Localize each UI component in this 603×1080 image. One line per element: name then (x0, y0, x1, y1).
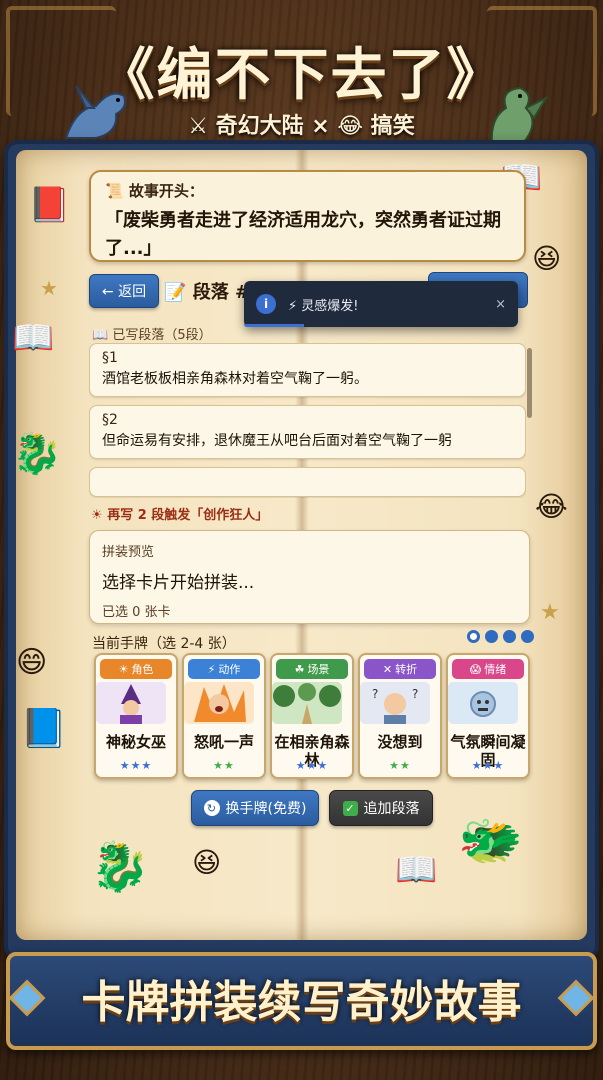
card-stars: ★★★ (119, 759, 153, 772)
laughing-emoji-icon: 😂 (535, 490, 568, 523)
card-name: 神秘女巫 (105, 733, 166, 751)
orange-dragon-doodle-icon: 🐉 (12, 431, 62, 477)
paragraph-heading: 📝 段落 # (164, 282, 251, 303)
checkmark-icon: ✓ (342, 800, 358, 816)
swap-hand-button[interactable]: ↻ 换手牌(免费) (191, 790, 319, 826)
toast-progress-bar (244, 324, 305, 327)
refresh-icon: ↻ (203, 800, 220, 816)
sun-icon: ☀ (91, 508, 103, 523)
paragraph-text: 酒馆老板板相亲角森林对着空气鞠了一躬。 (102, 371, 368, 387)
paragraph-list-scrollbar[interactable] (527, 348, 532, 418)
genre-fantasy: 奇幻大陆 (215, 114, 304, 139)
tree-icon: ☘ (294, 662, 305, 676)
laughing-emoji-icon: 😄 (16, 645, 48, 680)
shuffle-icon: ✕ (382, 662, 393, 676)
card-stars: ★★★ (295, 759, 329, 772)
paragraph-list[interactable]: §1 酒馆老板板相亲角森林对着空气鞠了一躬。 §2 但命运易有安排，退休魔王从吧… (89, 343, 526, 498)
card-tag: ✕ 转折 (364, 659, 436, 679)
back-button[interactable]: ← 返回 (89, 274, 159, 308)
frozen-face-icon (448, 682, 518, 724)
genre-funny: 搞笑 (370, 114, 415, 139)
card-tag: ☀ 角色 (100, 659, 172, 679)
paragraph-number: §1 (102, 350, 118, 366)
sun-icon: ☀ (118, 662, 129, 676)
laughing-emoji-icon: 😂 (337, 114, 364, 139)
card-stars: ★★ (389, 759, 411, 772)
page-dot[interactable] (485, 630, 498, 643)
page-dot[interactable] (521, 630, 534, 643)
preview-text: 选择卡片开始拼装... (102, 573, 255, 593)
preview-title: 拼装预览 (102, 545, 155, 560)
written-paragraphs-heading: 📖 已写段落（5段） (92, 328, 212, 343)
toast-message: ⚡ 灵感爆发! (288, 298, 359, 314)
open-book-doodle-icon: 📖 (12, 318, 55, 358)
paragraph-text: 但命运易有安排，退休魔王从吧台后面对着空气鞠了一躬 (102, 433, 452, 449)
card-name: 怒吼一声 (193, 733, 254, 751)
paragraph-number: §2 (102, 412, 118, 428)
card-emotion[interactable]: 😱 情绪 气氛瞬间凝固 ★★★ (446, 653, 530, 779)
card-role[interactable]: ☀ 角色 神秘女巫 ★★★ (94, 653, 178, 779)
scroll-icon: 📜 (105, 182, 124, 200)
paragraph-card: §2 但命运易有安排，退休魔王从吧台后面对着空气鞠了一躬 (89, 405, 526, 459)
shouting-man-icon (184, 682, 254, 724)
blue-dragon-icon (64, 85, 126, 139)
book-doodle-icon: 📕 (28, 185, 71, 225)
svg-text:?: ? (412, 687, 418, 701)
card-tag: ☘ 场景 (276, 659, 348, 679)
achievement-hint: ☀ 再写 2 段触发「创作狂人」 (91, 508, 269, 523)
scream-icon: 😱 (469, 662, 482, 676)
add-paragraph-button[interactable]: ✓ 追加段落 (329, 790, 433, 826)
book-doodle-icon: 📘 (20, 706, 68, 750)
hand-heading: 当前手牌（选 2-4 张） (92, 636, 236, 652)
witch-icon (96, 682, 166, 724)
story-opening-box: 📜 故事开头： 「废柴勇者走进了经济适用龙穴，突然勇者证过期了...」 (89, 170, 526, 262)
svg-text:?: ? (372, 687, 378, 701)
orange-dragon-doodle-icon: 🐉 (90, 839, 150, 895)
crossed-swords-icon: ⚔ (188, 114, 208, 139)
star-doodle-icon: ★ (40, 276, 58, 300)
card-tag: 😱 情绪 (452, 659, 524, 679)
genre-separator: × (311, 114, 330, 139)
card-stars: ★★★ (471, 759, 505, 772)
info-icon: i (256, 294, 276, 314)
story-opening-text: 「废柴勇者走进了经济适用龙穴，突然勇者证过期了...」 (105, 210, 501, 259)
laughing-emoji-icon: 😆 (192, 846, 222, 879)
assemble-preview: 拼装预览 选择卡片开始拼装... 已选 0 张卡 (89, 530, 530, 624)
paragraph-card (89, 467, 526, 497)
card-page-dots[interactable] (467, 630, 534, 643)
card-twist[interactable]: ✕ 转折 ?? 没想到 ★★ (358, 653, 442, 779)
card-stars: ★★ (213, 759, 235, 772)
story-opening-label: 📜 故事开头： (105, 182, 204, 200)
selected-count: 已选 0 张卡 (102, 605, 171, 620)
page-dot[interactable] (503, 630, 516, 643)
star-doodle-icon: ★ (540, 600, 560, 625)
lightning-icon: ⚡ (207, 662, 216, 676)
blue-dragon-doodle-icon: 🐲 (458, 811, 523, 871)
forest-icon (272, 682, 342, 724)
hand-cards: ☀ 角色 神秘女巫 ★★★ ⚡ 动作 怒吼一声 ★★ ☘ 场景 在相亲角森林 ★★★ … (94, 653, 534, 779)
confused-man-icon: ?? (360, 682, 430, 724)
promo-banner-text: 卡牌拼装续写奇妙故事 (81, 977, 522, 1028)
book-icon: 📖 (92, 328, 109, 343)
memo-icon: 📝 (164, 282, 187, 303)
card-name: 没想到 (377, 733, 423, 751)
card-action[interactable]: ⚡ 动作 怒吼一声 ★★ (182, 653, 266, 779)
laughing-emoji-icon: 😆 (532, 242, 562, 275)
page-dot[interactable] (467, 630, 480, 643)
inspiration-toast: i ⚡ 灵感爆发! × (244, 281, 518, 327)
close-icon[interactable]: × (495, 297, 506, 312)
card-tag: ⚡ 动作 (188, 659, 260, 679)
card-scene[interactable]: ☘ 场景 在相亲角森林 ★★★ (270, 653, 354, 779)
open-book-doodle-icon: 📖 (395, 850, 438, 890)
paragraph-card: §1 酒馆老板板相亲角森林对着空气鞠了一躬。 (89, 343, 526, 397)
